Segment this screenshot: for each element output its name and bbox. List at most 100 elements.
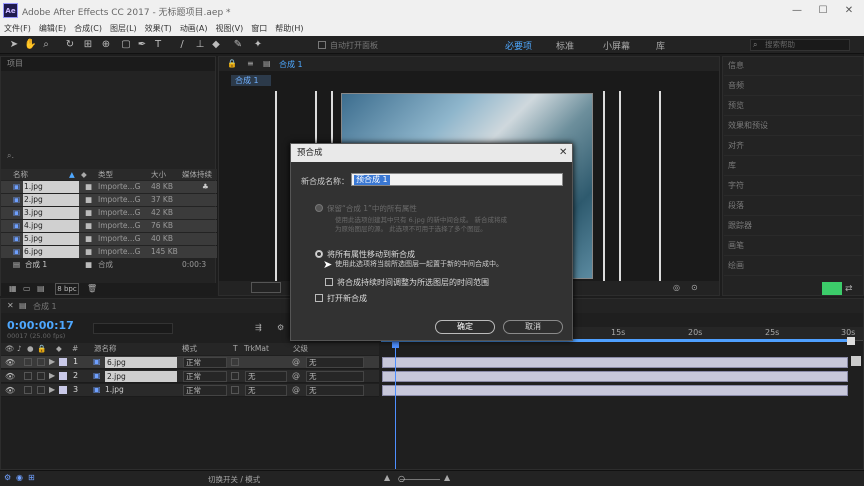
layer-duration-bar[interactable] (382, 385, 848, 396)
magnification-select[interactable] (251, 282, 281, 293)
preserve-transparency-checkbox[interactable] (231, 358, 239, 366)
col-name[interactable]: 名称 (13, 169, 28, 180)
playhead-handle[interactable] (392, 341, 399, 348)
zoom-slider-handle[interactable]: ○ (398, 474, 405, 483)
preserve-transparency-checkbox[interactable] (231, 372, 239, 380)
maximize-button[interactable]: ☐ (810, 2, 836, 20)
solo-switch[interactable] (24, 386, 32, 394)
brush-tool-icon[interactable]: / (176, 39, 188, 51)
toggle-switches-modes[interactable]: 切换开关 / 模式 (208, 474, 260, 485)
project-item[interactable]: ▤ 合成 1 ■ 合成 0:00:3 (1, 259, 217, 271)
menu-view[interactable]: 视图(V) (212, 22, 248, 36)
visibility-icon[interactable]: 👁 (5, 358, 15, 367)
menu-window[interactable]: 窗口 (247, 22, 271, 36)
col-duration[interactable]: 媒体持续 (182, 169, 212, 180)
current-timecode[interactable]: 0:00:00:17 (7, 319, 74, 332)
layer-row[interactable]: 👁 ▶ 3 ▣ 1.jpg 正常 无 @ 无 (1, 384, 379, 397)
pick-whip-icon[interactable]: @ (292, 385, 300, 394)
bpc-button[interactable]: 8 bpc (55, 283, 79, 295)
col-size[interactable]: 大小 (151, 169, 166, 180)
close-button[interactable]: ✕ (836, 2, 862, 20)
mode-select[interactable]: 正常 (183, 357, 227, 368)
panel-align[interactable]: 对齐 (724, 136, 862, 156)
workspace-standard[interactable]: 标准 (556, 39, 574, 52)
trkmat-select[interactable]: 无 (245, 385, 287, 396)
label-color[interactable] (59, 358, 67, 366)
solo-switch[interactable] (24, 372, 32, 380)
type-tool-icon[interactable]: T (152, 39, 164, 51)
panel-character[interactable]: 字符 (724, 176, 862, 196)
comp-mini-flowchart-icon[interactable]: ⇶ (255, 323, 262, 332)
workspace-libraries[interactable]: 库 (656, 39, 665, 52)
col-parent[interactable]: 父级 (293, 343, 308, 355)
eraser-tool-icon[interactable]: ◆ (210, 39, 222, 51)
mode-select[interactable]: 正常 (183, 385, 227, 396)
swap-colors-icon[interactable]: ⇄ (845, 284, 853, 294)
panel-tracker[interactable]: 跟踪器 (724, 216, 862, 236)
layer-row[interactable]: 👁 ▶ 1 ▣ 6.jpg 正常 @ 无 (1, 356, 379, 369)
col-mode[interactable]: 模式 (182, 343, 197, 355)
expand-arrow-icon[interactable]: ▶ (49, 371, 55, 380)
label-color[interactable] (59, 372, 67, 380)
keep-attributes-radio[interactable] (315, 204, 323, 212)
zoom-slider[interactable] (400, 479, 440, 480)
menu-animation[interactable]: 动画(A) (176, 22, 212, 36)
zoom-out-icon[interactable]: ▲ (384, 473, 390, 482)
move-all-attributes-radio[interactable] (315, 250, 323, 258)
trash-icon[interactable]: 🗑 (87, 284, 97, 293)
transfer-controls-icon[interactable]: ◉ (16, 473, 23, 482)
exposure-icon[interactable]: ⊙ (691, 283, 698, 292)
timeline-scroll-handle[interactable] (851, 356, 861, 366)
project-panel-title[interactable]: 项目 (1, 57, 215, 71)
expand-arrow-icon[interactable]: ▶ (49, 357, 55, 366)
menu-icon[interactable]: ≡ (247, 59, 254, 68)
visibility-icon[interactable]: 👁 (5, 372, 15, 381)
interpret-footage-icon[interactable]: ▦ (9, 284, 17, 293)
camera-tool-icon[interactable]: ⊞ (82, 39, 94, 51)
lock-switch[interactable] (37, 372, 45, 380)
menu-file[interactable]: 文件(F) (0, 22, 35, 36)
new-folder-icon[interactable]: ▭ (23, 284, 31, 293)
zoom-in-icon[interactable]: ▲ (444, 473, 450, 482)
parent-select[interactable]: 无 (306, 357, 364, 368)
new-comp-name-input[interactable]: 预合成 1 (351, 173, 563, 186)
pan-behind-tool-icon[interactable]: ⊕ (100, 39, 112, 51)
minimize-button[interactable]: — (784, 2, 810, 20)
menu-edit[interactable]: 编辑(E) (35, 22, 70, 36)
layer-row[interactable]: 👁 ▶ 2 ▣ 2.jpg 正常 无 @ 无 (1, 370, 379, 383)
panel-effects-presets[interactable]: 效果和预设 (724, 116, 862, 136)
work-area-end-handle[interactable] (847, 337, 855, 345)
parent-select[interactable]: 无 (306, 385, 364, 396)
auto-open-panel-checkbox[interactable] (318, 41, 326, 49)
parent-select[interactable]: 无 (306, 371, 364, 382)
puppet-tool-icon[interactable]: ✦ (252, 39, 264, 51)
col-number[interactable]: # (72, 343, 78, 355)
close-tab-icon[interactable]: ✕ (7, 301, 14, 310)
trkmat-select[interactable]: 无 (245, 371, 287, 382)
zoom-tool-icon[interactable]: ⌕ (40, 39, 52, 51)
workspace-essentials[interactable]: 必要项 (505, 39, 532, 52)
lock-switch[interactable] (37, 358, 45, 366)
roto-brush-tool-icon[interactable]: ✎ (232, 39, 244, 51)
label-color[interactable] (59, 386, 67, 394)
playhead-line[interactable] (395, 343, 396, 469)
panel-info[interactable]: 信息 (724, 56, 862, 76)
col-source-name[interactable]: 源名称 (94, 343, 117, 355)
cancel-button[interactable]: 取消 (503, 320, 563, 334)
clone-stamp-tool-icon[interactable]: ⊥ (194, 39, 206, 51)
project-item[interactable]: ▣ 2.jpg ■ Importe...G 37 KB (1, 194, 217, 206)
open-new-comp-checkbox[interactable] (315, 294, 323, 302)
panel-paint[interactable]: 绘画 (724, 256, 862, 276)
col-trkmat[interactable]: TrkMat (244, 343, 269, 355)
expand-arrow-icon[interactable]: ▶ (49, 385, 55, 394)
rotate-tool-icon[interactable]: ↻ (64, 39, 76, 51)
menu-effect[interactable]: 效果(T) (141, 22, 176, 36)
ok-button[interactable]: 确定 (435, 320, 495, 334)
composition-tab[interactable]: 合成 1 (279, 59, 303, 70)
panel-audio[interactable]: 音频 (724, 76, 862, 96)
timeline-tab[interactable]: 合成 1 (33, 301, 57, 312)
preserve-transparency-checkbox[interactable] (231, 386, 239, 394)
project-search-icon[interactable]: ⌕. (7, 151, 14, 161)
search-help-input[interactable]: 搜索帮助 (750, 39, 850, 51)
layer-name[interactable]: 6.jpg (105, 357, 177, 368)
